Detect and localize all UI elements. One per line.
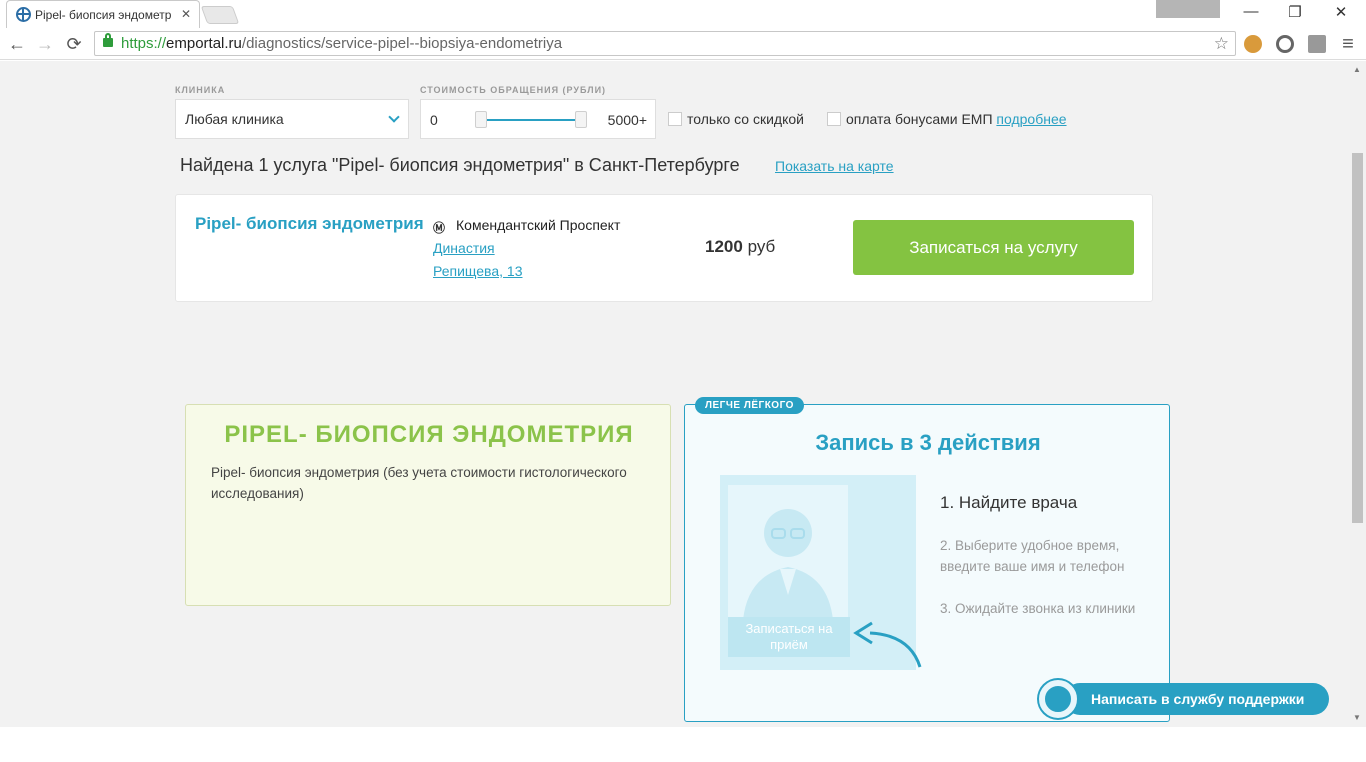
bottom-strip bbox=[0, 727, 1366, 762]
url-host: emportal.ru bbox=[166, 35, 242, 52]
scroll-down-icon[interactable]: ▼ bbox=[1353, 713, 1361, 722]
steps-badge: ЛЕГЧЕ ЛЁГКОГО bbox=[695, 397, 804, 414]
show-on-map-link[interactable]: Показать на карте bbox=[775, 158, 894, 174]
support-label: Написать в службу поддержки bbox=[1064, 683, 1329, 715]
page-scrollbar[interactable]: ▲ ▼ bbox=[1350, 61, 1366, 727]
price-max-value: 5000+ bbox=[607, 112, 647, 128]
slider-max-handle[interactable] bbox=[575, 111, 587, 128]
booking-steps-box: Запись в 3 действия Записаться на приём … bbox=[684, 404, 1170, 722]
steps-title: Запись в 3 действия bbox=[815, 430, 1041, 455]
booking-illustration: Записаться на приём bbox=[720, 475, 922, 670]
browser-tab[interactable]: Pipel- биопсия эндометр ✕ bbox=[6, 0, 200, 28]
menu-icon[interactable]: ≡ bbox=[1336, 32, 1360, 56]
description-text: Pipel- биопсия эндометрия (без учета сто… bbox=[211, 465, 627, 501]
lock-icon bbox=[103, 33, 113, 47]
bonus-label-text: оплата бонусами ЕМП bbox=[846, 111, 993, 127]
restore-icon[interactable]: ❐ bbox=[1272, 3, 1318, 21]
scrollbar-thumb[interactable] bbox=[1352, 153, 1363, 523]
url-path: /diagnostics/service-pipel--biopsiya-end… bbox=[241, 35, 563, 52]
page-viewport: КЛИНИКА Любая клиника СТОИМОСТЬ ОБРАЩЕНИ… bbox=[0, 61, 1350, 727]
reload-icon[interactable]: ⟳ bbox=[62, 32, 86, 56]
site-favicon-icon bbox=[16, 7, 31, 22]
chevron-down-icon bbox=[388, 111, 400, 123]
browser-toolbar: ← → ⟳ https://emportal.ru/diagnostics/se… bbox=[0, 28, 1366, 60]
clinic-filter-label: КЛИНИКА bbox=[175, 85, 226, 95]
step-1: 1. Найдите врача bbox=[940, 493, 1078, 512]
bonus-checkbox-label: оплата бонусами ЕМП подробнее bbox=[846, 111, 1067, 127]
url-scheme: https:// bbox=[121, 35, 167, 52]
new-tab-button[interactable] bbox=[200, 6, 240, 24]
price-currency: руб bbox=[747, 237, 776, 256]
bookmark-star-icon[interactable]: ☆ bbox=[1214, 32, 1229, 55]
metro-station: Комендантский Проспект bbox=[456, 217, 621, 233]
price-filter-label: СТОИМОСТЬ ОБРАЩЕНИЯ (РУБЛИ) bbox=[420, 85, 607, 95]
eye-extension-icon[interactable] bbox=[1276, 35, 1294, 53]
support-chat-button[interactable]: Написать в службу поддержки bbox=[1034, 678, 1329, 720]
tab-close-icon[interactable]: ✕ bbox=[181, 7, 191, 21]
slider-min-handle[interactable] bbox=[475, 111, 487, 128]
results-summary: Найдена 1 услуга "Pipel- биопсия эндомет… bbox=[180, 155, 740, 175]
doctor-icon bbox=[743, 509, 833, 620]
bonus-checkbox[interactable] bbox=[827, 112, 841, 126]
close-window-icon[interactable]: ✕ bbox=[1318, 3, 1364, 21]
slider-track bbox=[481, 119, 581, 121]
service-card: Pipel- биопсия эндометрия Ⓜ Комендантски… bbox=[175, 194, 1153, 302]
illustration-book-button: Записаться на приём bbox=[728, 617, 850, 657]
price-range-slider[interactable]: 0 5000+ bbox=[420, 99, 656, 139]
address-link[interactable]: Репищева, 13 bbox=[433, 263, 522, 279]
chat-ring-icon bbox=[1039, 680, 1077, 718]
clinic-select[interactable]: Любая клиника bbox=[175, 99, 409, 139]
curved-arrow-icon bbox=[853, 621, 922, 668]
cookie-extension-icon[interactable] bbox=[1244, 35, 1262, 53]
service-name-link[interactable]: Pipel- биопсия эндометрия bbox=[195, 214, 424, 234]
step-3: 3. Ожидайте звонка из клиники bbox=[940, 601, 1136, 616]
discount-checkbox[interactable] bbox=[668, 112, 682, 126]
service-price: 1200 руб bbox=[705, 237, 775, 257]
description-title: PIPEL- БИОПСИЯ ЭНДОМЕТРИЯ bbox=[224, 421, 634, 448]
price-min-value: 0 bbox=[430, 112, 438, 128]
profile-button[interactable] bbox=[1156, 0, 1220, 18]
back-icon[interactable]: ← bbox=[5, 32, 29, 56]
address-bar[interactable]: https://emportal.ru/diagnostics/service-… bbox=[94, 31, 1236, 56]
phone-screen bbox=[728, 485, 848, 635]
clinic-select-value: Любая клиника bbox=[185, 111, 284, 127]
bonus-more-link[interactable]: подробнее bbox=[996, 111, 1066, 127]
clinic-link[interactable]: Династия bbox=[433, 240, 495, 256]
discount-checkbox-label: только со скидкой bbox=[687, 111, 804, 127]
book-service-button[interactable]: Записаться на услугу bbox=[853, 220, 1134, 275]
scroll-up-icon[interactable]: ▲ bbox=[1353, 65, 1361, 74]
tab-title: Pipel- биопсия эндометр bbox=[35, 7, 172, 22]
browser-tabstrip: Pipel- биопсия эндометр ✕ — ❐ ✕ bbox=[0, 0, 1366, 28]
minimize-icon[interactable]: — bbox=[1228, 3, 1274, 20]
service-description-box: PIPEL- БИОПСИЯ ЭНДОМЕТРИЯ Pipel- биопсия… bbox=[185, 404, 671, 606]
step-2: 2. Выберите удобное время, введите ваше … bbox=[940, 538, 1125, 574]
forward-icon[interactable]: → bbox=[33, 32, 57, 56]
metro-icon: Ⓜ bbox=[433, 221, 446, 235]
puzzle-extension-icon[interactable] bbox=[1308, 35, 1326, 53]
price-value: 1200 bbox=[705, 237, 743, 256]
